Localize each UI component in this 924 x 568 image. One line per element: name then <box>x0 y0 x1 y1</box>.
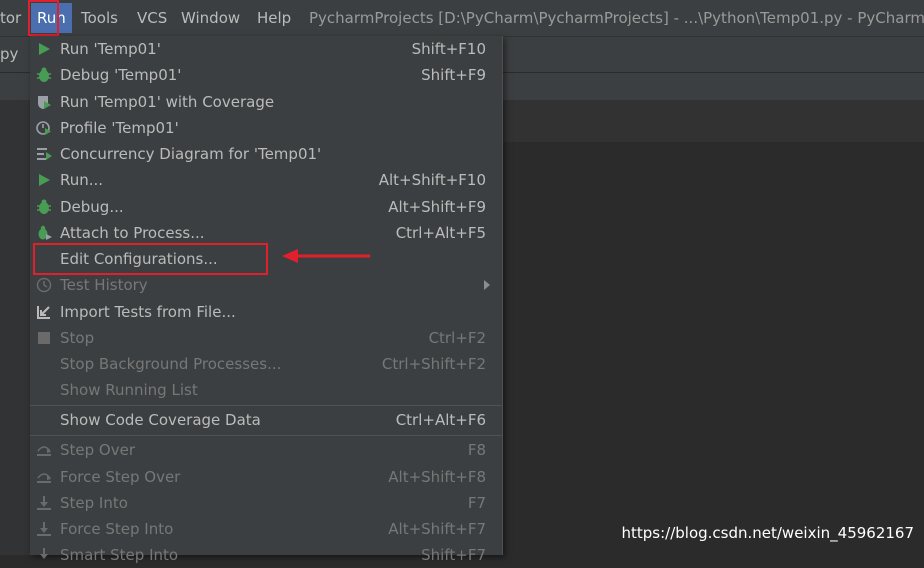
menu-item-force-step-into[interactable]: Force Step Into Alt+Shift+F7 <box>30 516 502 542</box>
run-dropdown-menu: Run 'Temp01' Shift+F10 Debug 'Temp01' Sh… <box>30 36 503 564</box>
run-menu-highlight-box <box>28 0 59 36</box>
menu-item-run-ellipsis[interactable]: Run... Alt+Shift+F10 <box>30 167 502 193</box>
attach-icon <box>38 225 52 240</box>
smart-step-into-icon <box>40 548 48 559</box>
menu-item-step-into[interactable]: Step Into F7 <box>30 490 502 516</box>
menu-item-show-code-coverage[interactable]: Show Code Coverage Data Ctrl+Alt+F6 <box>30 407 502 433</box>
menu-separator <box>30 405 502 406</box>
run-icon <box>39 174 50 186</box>
menu-item-run-temp01[interactable]: Run 'Temp01' Shift+F10 <box>30 36 502 62</box>
step-over-icon <box>37 446 51 456</box>
debug-icon <box>37 199 51 214</box>
menu-item-show-running-list[interactable]: Show Running List <box>30 377 502 403</box>
menu-vcs[interactable]: VCS <box>137 0 167 36</box>
menu-item-force-step-over[interactable]: Force Step Over Alt+Shift+F8 <box>30 464 502 490</box>
force-step-into-icon <box>37 522 51 536</box>
edit-configurations-highlight-box <box>33 243 268 275</box>
menu-item-debug-ellipsis[interactable]: Debug... Alt+Shift+F9 <box>30 194 502 220</box>
step-into-icon <box>37 496 51 510</box>
coverage-icon <box>38 96 51 109</box>
submenu-arrow-icon <box>484 280 490 290</box>
menu-item-concurrency-diagram[interactable]: Concurrency Diagram for 'Temp01' <box>30 141 502 167</box>
file-tab-fragment[interactable]: py <box>0 36 18 72</box>
menu-navigate-fragment[interactable]: tor <box>0 0 21 36</box>
concurrency-icon <box>37 148 52 160</box>
editor-gutter <box>0 100 30 555</box>
menu-help[interactable]: Help <box>257 0 291 36</box>
menu-item-stop-background[interactable]: Stop Background Processes... Ctrl+Shift+… <box>30 351 502 377</box>
menu-item-smart-step-into[interactable]: Smart Step Into Shift+F7 <box>30 542 502 568</box>
debug-icon <box>37 67 51 82</box>
stop-icon <box>38 332 50 344</box>
menu-item-import-tests[interactable]: Import Tests from File... <box>30 299 502 325</box>
watermark-url: https://blog.csdn.net/weixin_45962167 <box>621 524 914 542</box>
menu-window[interactable]: Window <box>181 0 240 36</box>
menu-item-step-over[interactable]: Step Over F8 <box>30 437 502 463</box>
menu-item-stop[interactable]: Stop Ctrl+F2 <box>30 325 502 351</box>
window-title: PycharmProjects [D:\PyCharm\PycharmProje… <box>309 9 924 27</box>
force-step-over-icon <box>37 473 51 483</box>
menu-item-profile[interactable]: Profile 'Temp01' <box>30 115 502 141</box>
history-icon <box>36 277 52 293</box>
menu-item-debug-temp01[interactable]: Debug 'Temp01' Shift+F9 <box>30 62 502 88</box>
menu-item-run-with-coverage[interactable]: Run 'Temp01' with Coverage <box>30 89 502 115</box>
menu-tools[interactable]: Tools <box>81 0 118 36</box>
annotation-arrow-icon <box>282 249 370 263</box>
run-icon <box>39 43 50 55</box>
profile-icon <box>36 121 51 135</box>
menu-separator <box>30 435 502 436</box>
import-icon <box>37 306 50 319</box>
menu-item-test-history[interactable]: Test History <box>30 272 502 298</box>
